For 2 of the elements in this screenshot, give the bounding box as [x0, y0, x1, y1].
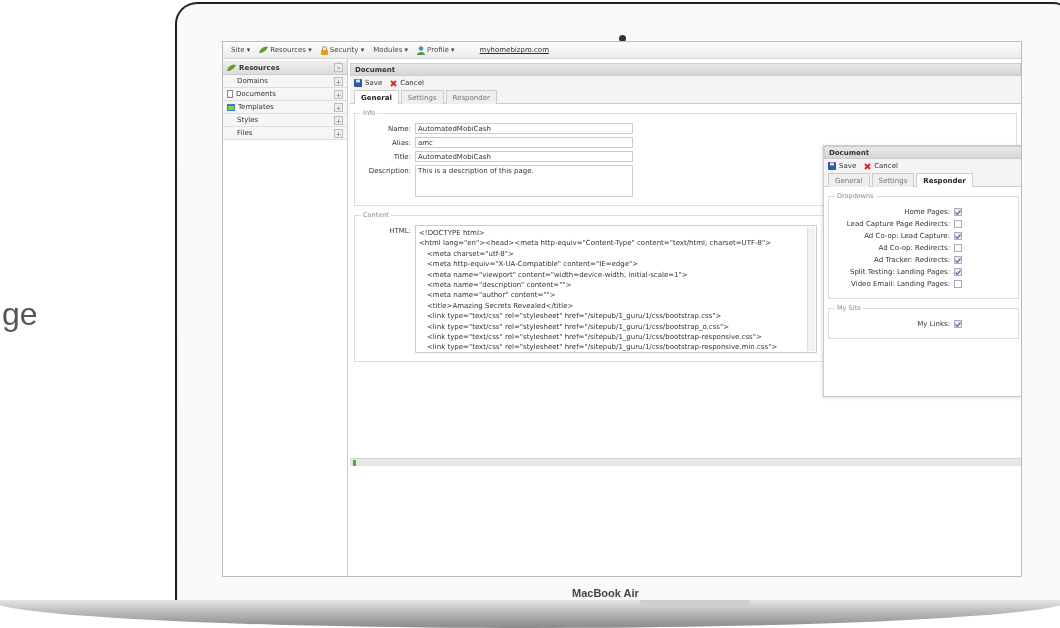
laptop-brand-label: MacBook Air [572, 587, 639, 599]
backdrop-heading: ge [1, 296, 39, 333]
